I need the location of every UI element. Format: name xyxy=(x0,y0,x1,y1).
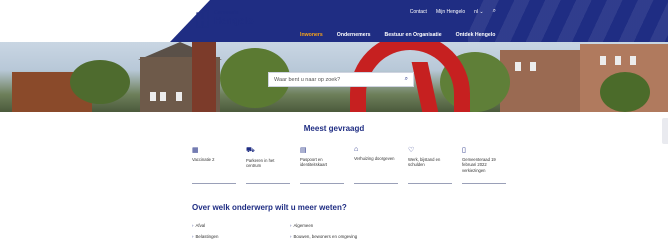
hero-building xyxy=(500,50,590,112)
topic-link-afval[interactable]: › Afval xyxy=(192,223,205,228)
document-icon: ▯ xyxy=(462,147,466,154)
site-logo[interactable]: Gemeente Hengelo xyxy=(196,10,253,28)
language-label: nl xyxy=(474,8,479,15)
header-decoration xyxy=(468,0,668,42)
tile-label: Werk, bijstand en schulden xyxy=(408,157,441,168)
top-link-mijn-hengelo[interactable]: Mijn Hengelo xyxy=(436,9,465,15)
feedback-tab[interactable] xyxy=(662,118,668,144)
chevron-right-icon: › xyxy=(290,223,292,228)
hero-window xyxy=(600,56,606,65)
tile-verhuizing[interactable]: ⌂ Verhuizing doorgeven xyxy=(354,146,398,184)
search-icon[interactable]: ⌕ xyxy=(405,76,408,83)
hero-window xyxy=(530,62,536,71)
tile-label: Verhuizing doorgeven xyxy=(354,156,395,161)
tile-parkeren[interactable]: ⛟ Parkeren in het centrum xyxy=(246,146,290,184)
site-header: Gemeente Hengelo Contact Mijn Hengelo nl… xyxy=(0,0,668,42)
hero-window xyxy=(630,56,636,65)
heart-icon: ♡ xyxy=(408,147,415,154)
house-icon: ⌂ xyxy=(354,146,359,153)
hero-window xyxy=(176,92,182,101)
tile-paspoort[interactable]: ▤ Paspoort en identiteitskaart xyxy=(300,146,344,184)
chevron-right-icon: › xyxy=(192,234,194,239)
topic-label: Bouwen, bewoners en omgeving xyxy=(293,234,358,239)
chevron-right-icon: › xyxy=(192,223,194,228)
hero-tree xyxy=(70,60,130,104)
tile-label: Paspoort en identiteitskaart xyxy=(300,157,327,168)
topic-link-algemeen[interactable]: › Algemeen xyxy=(290,223,313,228)
nav-item-ondernemers[interactable]: Ondernemers xyxy=(337,32,371,38)
tile-werk[interactable]: ♡ Werk, bijstand en schulden xyxy=(408,146,452,184)
topic-label: Algemeen xyxy=(293,223,314,228)
tile-label: Gemeenteraad 19 februari 2022 verkiezing… xyxy=(462,157,496,173)
topic-link-belastingen[interactable]: › Belastingen xyxy=(192,234,218,239)
nav-item-inwoners[interactable]: Inwoners xyxy=(300,32,323,38)
hero-tower xyxy=(192,42,216,112)
topic-link-bouwen[interactable]: › Bouwen, bewoners en omgeving xyxy=(290,234,357,239)
tile-gemeenteraad[interactable]: ▯ Gemeenteraad 19 februari 2022 verkiezi… xyxy=(462,146,506,184)
hero-window xyxy=(160,92,166,101)
hero-tree xyxy=(600,72,650,112)
nav-item-ontdek[interactable]: Ontdek Hengelo xyxy=(456,32,496,38)
chevron-down-icon: ⌄ xyxy=(479,8,484,15)
search-icon[interactable]: ⌕ xyxy=(493,8,496,15)
logo-title: Hengelo xyxy=(214,16,254,27)
trash-icon: ▤ xyxy=(300,147,307,154)
hengelo-logo-icon xyxy=(196,10,210,28)
language-selector[interactable]: nl ⌄ xyxy=(474,9,484,15)
top-link-contact[interactable]: Contact xyxy=(410,9,427,15)
car-icon: ⛟ xyxy=(246,147,255,154)
hero-window xyxy=(150,92,156,101)
site-search: ⌕ xyxy=(268,72,414,87)
logo-text: Gemeente Hengelo xyxy=(214,11,253,27)
top-navigation: Contact Mijn Hengelo nl ⌄ ⌕ xyxy=(410,8,496,15)
hero-window xyxy=(615,56,621,65)
topics-title: Over welk onderwerp wilt u meer weten? xyxy=(192,203,347,212)
chevron-right-icon: › xyxy=(290,234,292,239)
tile-label: Vaccinatie 2 xyxy=(192,157,215,162)
topic-label: Belastingen xyxy=(195,234,219,239)
most-asked-tiles: ▦ Vaccinatie 2 ⛟ Parkeren in het centrum… xyxy=(192,146,506,184)
tile-label: Parkeren in het centrum xyxy=(246,158,275,169)
main-navigation: Inwoners Ondernemers Bestuur en Organisa… xyxy=(300,32,495,38)
topic-label: Afval xyxy=(195,223,206,228)
most-asked-title: Meest gevraagd xyxy=(303,124,365,133)
search-input[interactable] xyxy=(274,76,405,83)
hero-window xyxy=(515,62,521,71)
nav-item-bestuur[interactable]: Bestuur en Organisatie xyxy=(385,32,442,38)
tile-vaccinatie[interactable]: ▦ Vaccinatie 2 xyxy=(192,146,236,184)
calendar-icon: ▦ xyxy=(192,147,199,154)
